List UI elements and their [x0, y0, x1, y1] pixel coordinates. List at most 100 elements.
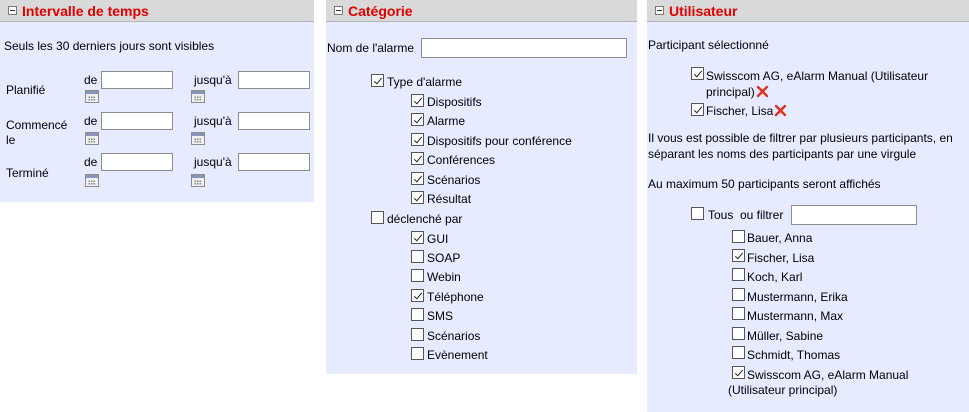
participant-checkbox[interactable]	[732, 268, 745, 281]
calendar-icon[interactable]	[191, 174, 205, 187]
trigger-sms-checkbox[interactable]	[411, 308, 424, 321]
calendar-icon[interactable]	[85, 90, 99, 103]
participant-checkbox[interactable]	[732, 346, 745, 359]
selected-fischer-line: Fischer, Lisa	[706, 104, 787, 118]
finished-to-input[interactable]	[238, 153, 310, 171]
type-devices-label: Dispositifs	[427, 95, 482, 109]
type-conference-devices-label: Dispositifs pour conférence	[427, 134, 572, 148]
participant-checkbox[interactable]	[732, 366, 745, 379]
calendar-icon[interactable]	[191, 90, 205, 103]
remove-icon[interactable]	[774, 104, 787, 117]
trigger-scenarios-label: Scénarios	[427, 329, 481, 343]
filter-help-line1: Il vous est possible de filtrer par plus…	[648, 131, 953, 145]
alarm-name-input[interactable]	[421, 38, 627, 58]
time-visibility-note: Seuls les 30 derniers jours sont visible…	[4, 39, 215, 53]
started-from-input[interactable]	[101, 112, 173, 130]
planned-from-label: de	[84, 73, 98, 87]
participant-label: Mustermann, Max	[747, 309, 844, 323]
selected-swisscom-line1: Swisscom AG, eAlarm Manual (Utilisateur	[706, 69, 929, 83]
type-scenarios-label: Scénarios	[427, 173, 481, 187]
type-conference-devices-checkbox[interactable]	[411, 133, 424, 146]
participant-label-line1: Swisscom AG, eAlarm Manual	[747, 368, 909, 382]
participant-label: Mustermann, Erika	[747, 290, 848, 304]
calendar-icon[interactable]	[85, 132, 99, 145]
trigger-event-checkbox[interactable]	[411, 347, 424, 360]
trigger-event-label: Evènement	[427, 348, 488, 362]
trigger-webin-checkbox[interactable]	[411, 269, 424, 282]
trigger-soap-checkbox[interactable]	[411, 250, 424, 263]
started-from-label: de	[84, 114, 98, 128]
planned-to-input[interactable]	[238, 71, 310, 89]
type-scenarios-checkbox[interactable]	[411, 172, 424, 185]
finished-label: Terminé	[6, 166, 49, 180]
planned-label: Planifié	[6, 83, 46, 97]
participant-checkbox[interactable]	[732, 327, 745, 340]
started-to-input[interactable]	[238, 112, 310, 130]
user-panel: Utilisateur Participant sélectionné Swis…	[647, 0, 969, 412]
type-conferences-checkbox[interactable]	[411, 152, 424, 165]
finished-from-label: de	[84, 155, 98, 169]
participant-checkbox[interactable]	[732, 288, 745, 301]
trigger-phone-checkbox[interactable]	[411, 289, 424, 302]
type-conferences-label: Conférences	[427, 153, 496, 167]
trigger-gui-checkbox[interactable]	[411, 231, 424, 244]
user-title: Utilisateur	[669, 2, 738, 19]
participant-label: Koch, Karl	[747, 270, 803, 284]
selected-swisscom-line2: principal)	[706, 85, 769, 99]
collapse-icon[interactable]	[655, 6, 664, 15]
trigger-webin-label: Webin	[427, 270, 461, 284]
planned-to-label: jusqu'à	[194, 73, 232, 87]
selected-participant-label: Participant sélectionné	[648, 38, 769, 52]
type-alarm-checkbox[interactable]	[411, 113, 424, 126]
collapse-icon[interactable]	[334, 6, 343, 15]
triggered-by-label: déclenché par	[387, 212, 463, 226]
participant-checkbox[interactable]	[732, 230, 745, 243]
calendar-icon[interactable]	[85, 174, 99, 187]
participant-label: Fischer, Lisa	[747, 251, 815, 265]
trigger-phone-label: Téléphone	[427, 290, 484, 304]
type-result-label: Résultat	[427, 192, 472, 206]
participant-label: Bauer, Anna	[747, 231, 813, 245]
started-label-line1: Commencé	[6, 118, 68, 132]
selected-fischer-checkbox[interactable]	[691, 103, 704, 116]
alarm-name-label: Nom de l'alarme	[327, 41, 414, 55]
selected-swisscom-checkbox[interactable]	[691, 67, 704, 80]
alarm-type-checkbox[interactable]	[371, 74, 384, 87]
category-panel: Catégorie Nom de l'alarme Type d'alarme …	[326, 0, 637, 374]
selected-swisscom-line2-text: principal)	[706, 85, 755, 99]
trigger-scenarios-checkbox[interactable]	[411, 328, 424, 341]
remove-icon[interactable]	[756, 85, 769, 98]
started-to-label: jusqu'à	[194, 114, 232, 128]
type-result-checkbox[interactable]	[411, 191, 424, 204]
trigger-gui-label: GUI	[427, 232, 449, 246]
max-participants-note: Au maximum 50 participants seront affich…	[648, 177, 881, 191]
type-alarm-label: Alarme	[427, 114, 466, 128]
filter-help-line2: séparant les noms des participants par u…	[648, 147, 917, 161]
participant-checkbox[interactable]	[732, 307, 745, 320]
started-label-line2: le	[6, 133, 16, 147]
time-interval-title: Intervalle de temps	[22, 2, 149, 19]
type-devices-checkbox[interactable]	[411, 94, 424, 107]
triggered-by-checkbox[interactable]	[371, 211, 384, 224]
participant-label-line2: (Utilisateur principal)	[728, 383, 838, 397]
selected-fischer-text: Fischer, Lisa	[706, 104, 774, 118]
participant-label: Schmidt, Thomas	[747, 348, 841, 362]
participant-label: Müller, Sabine	[747, 329, 824, 343]
finished-to-label: jusqu'à	[194, 155, 232, 169]
or-filter-label: ou filtrer	[740, 208, 784, 222]
category-header[interactable]: Catégorie	[326, 0, 637, 22]
participant-checkbox[interactable]	[732, 249, 745, 262]
planned-from-input[interactable]	[101, 71, 173, 89]
trigger-sms-label: SMS	[427, 309, 454, 323]
trigger-soap-label: SOAP	[427, 251, 461, 265]
time-interval-panel: Intervalle de temps Seuls les 30 dernier…	[0, 0, 314, 202]
collapse-icon[interactable]	[8, 6, 17, 15]
alarm-type-label: Type d'alarme	[387, 75, 462, 89]
category-title: Catégorie	[348, 2, 413, 19]
finished-from-input[interactable]	[101, 153, 173, 171]
participant-filter-input[interactable]	[791, 205, 917, 225]
time-interval-header[interactable]: Intervalle de temps	[0, 0, 314, 22]
all-participants-checkbox[interactable]	[691, 207, 704, 220]
user-header[interactable]: Utilisateur	[647, 0, 969, 22]
calendar-icon[interactable]	[191, 132, 205, 145]
